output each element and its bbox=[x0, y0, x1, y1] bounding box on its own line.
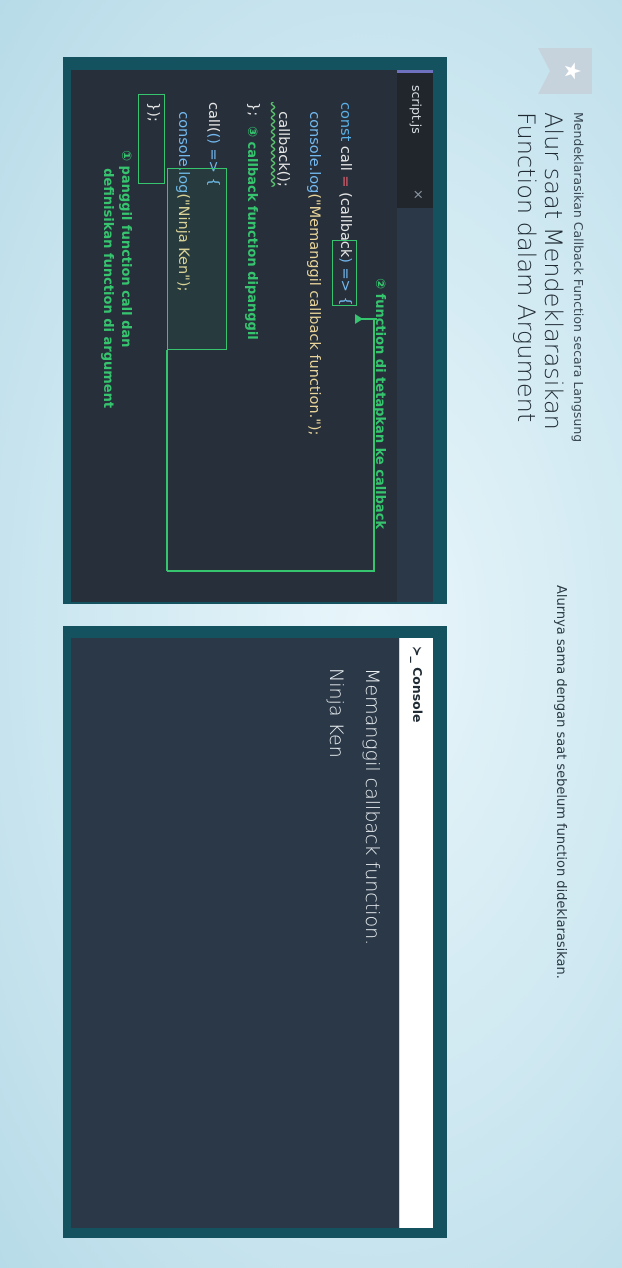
code-operator: = bbox=[337, 175, 353, 188]
console-panel: ≻_ Console Memanggil callback function. … bbox=[71, 638, 433, 1228]
code-line-4: }; bbox=[245, 102, 261, 116]
code-editor: script.js × ② function di tetapkan ke ca… bbox=[71, 70, 433, 602]
route-line-vertical bbox=[167, 570, 375, 572]
editor-tabbar: script.js × bbox=[397, 70, 433, 602]
code-line-3: callback(); bbox=[275, 102, 291, 187]
route-line-bottom bbox=[166, 350, 168, 571]
console-title: ≻_ Console bbox=[410, 646, 425, 723]
code-callback-call: callback(); bbox=[275, 102, 291, 187]
call-box bbox=[138, 94, 165, 184]
code-line-2: console.log("Memanggil callback function… bbox=[306, 102, 322, 435]
route-line-top bbox=[373, 318, 375, 571]
arrow-function-box bbox=[167, 168, 227, 350]
breadcrumb: Mendeklarasikan Callback Function secara… bbox=[571, 112, 586, 443]
console-header: ≻_ Console bbox=[399, 638, 433, 1228]
annotation-3: ③ callback function dipanggil bbox=[244, 126, 259, 340]
console-output-line: Memanggil callback function. bbox=[361, 668, 383, 946]
bookmark-icon[interactable]: ★ bbox=[538, 48, 592, 94]
tab-label: script.js bbox=[409, 85, 424, 134]
star-icon: ★ bbox=[559, 61, 584, 81]
tab-script-js[interactable]: script.js × bbox=[397, 70, 433, 208]
title-line-1: Alur saat Mendeklarasikan bbox=[539, 112, 567, 430]
annotation-1-line-1: ① panggil function call dan bbox=[118, 150, 133, 348]
code-paren: ( bbox=[337, 187, 353, 198]
slide-canvas: ★ Mendeklarasikan Callback Function seca… bbox=[0, 0, 622, 1268]
code-console: console.log bbox=[306, 102, 322, 194]
code-close-brace: }; bbox=[245, 102, 261, 117]
arrow-up-icon bbox=[355, 314, 363, 324]
annotation-1-line-2: definisikan function di argument bbox=[100, 150, 115, 409]
code-identifier: call bbox=[337, 141, 353, 176]
page-title: Alur saat Mendeklarasikan Function dalam… bbox=[512, 112, 567, 430]
close-icon[interactable]: × bbox=[410, 189, 425, 200]
title-line-2: Function dalam Argument bbox=[512, 112, 540, 423]
console-output-line: Ninja Ken bbox=[325, 668, 347, 758]
code-call: call( bbox=[205, 102, 221, 133]
keyword-const: const bbox=[337, 102, 353, 142]
param-highlight-box bbox=[332, 240, 357, 306]
code-string: ("Memanggil callback function."); bbox=[306, 193, 322, 436]
description-text: Alurnya sama dengan saat sebelum functio… bbox=[553, 585, 568, 979]
